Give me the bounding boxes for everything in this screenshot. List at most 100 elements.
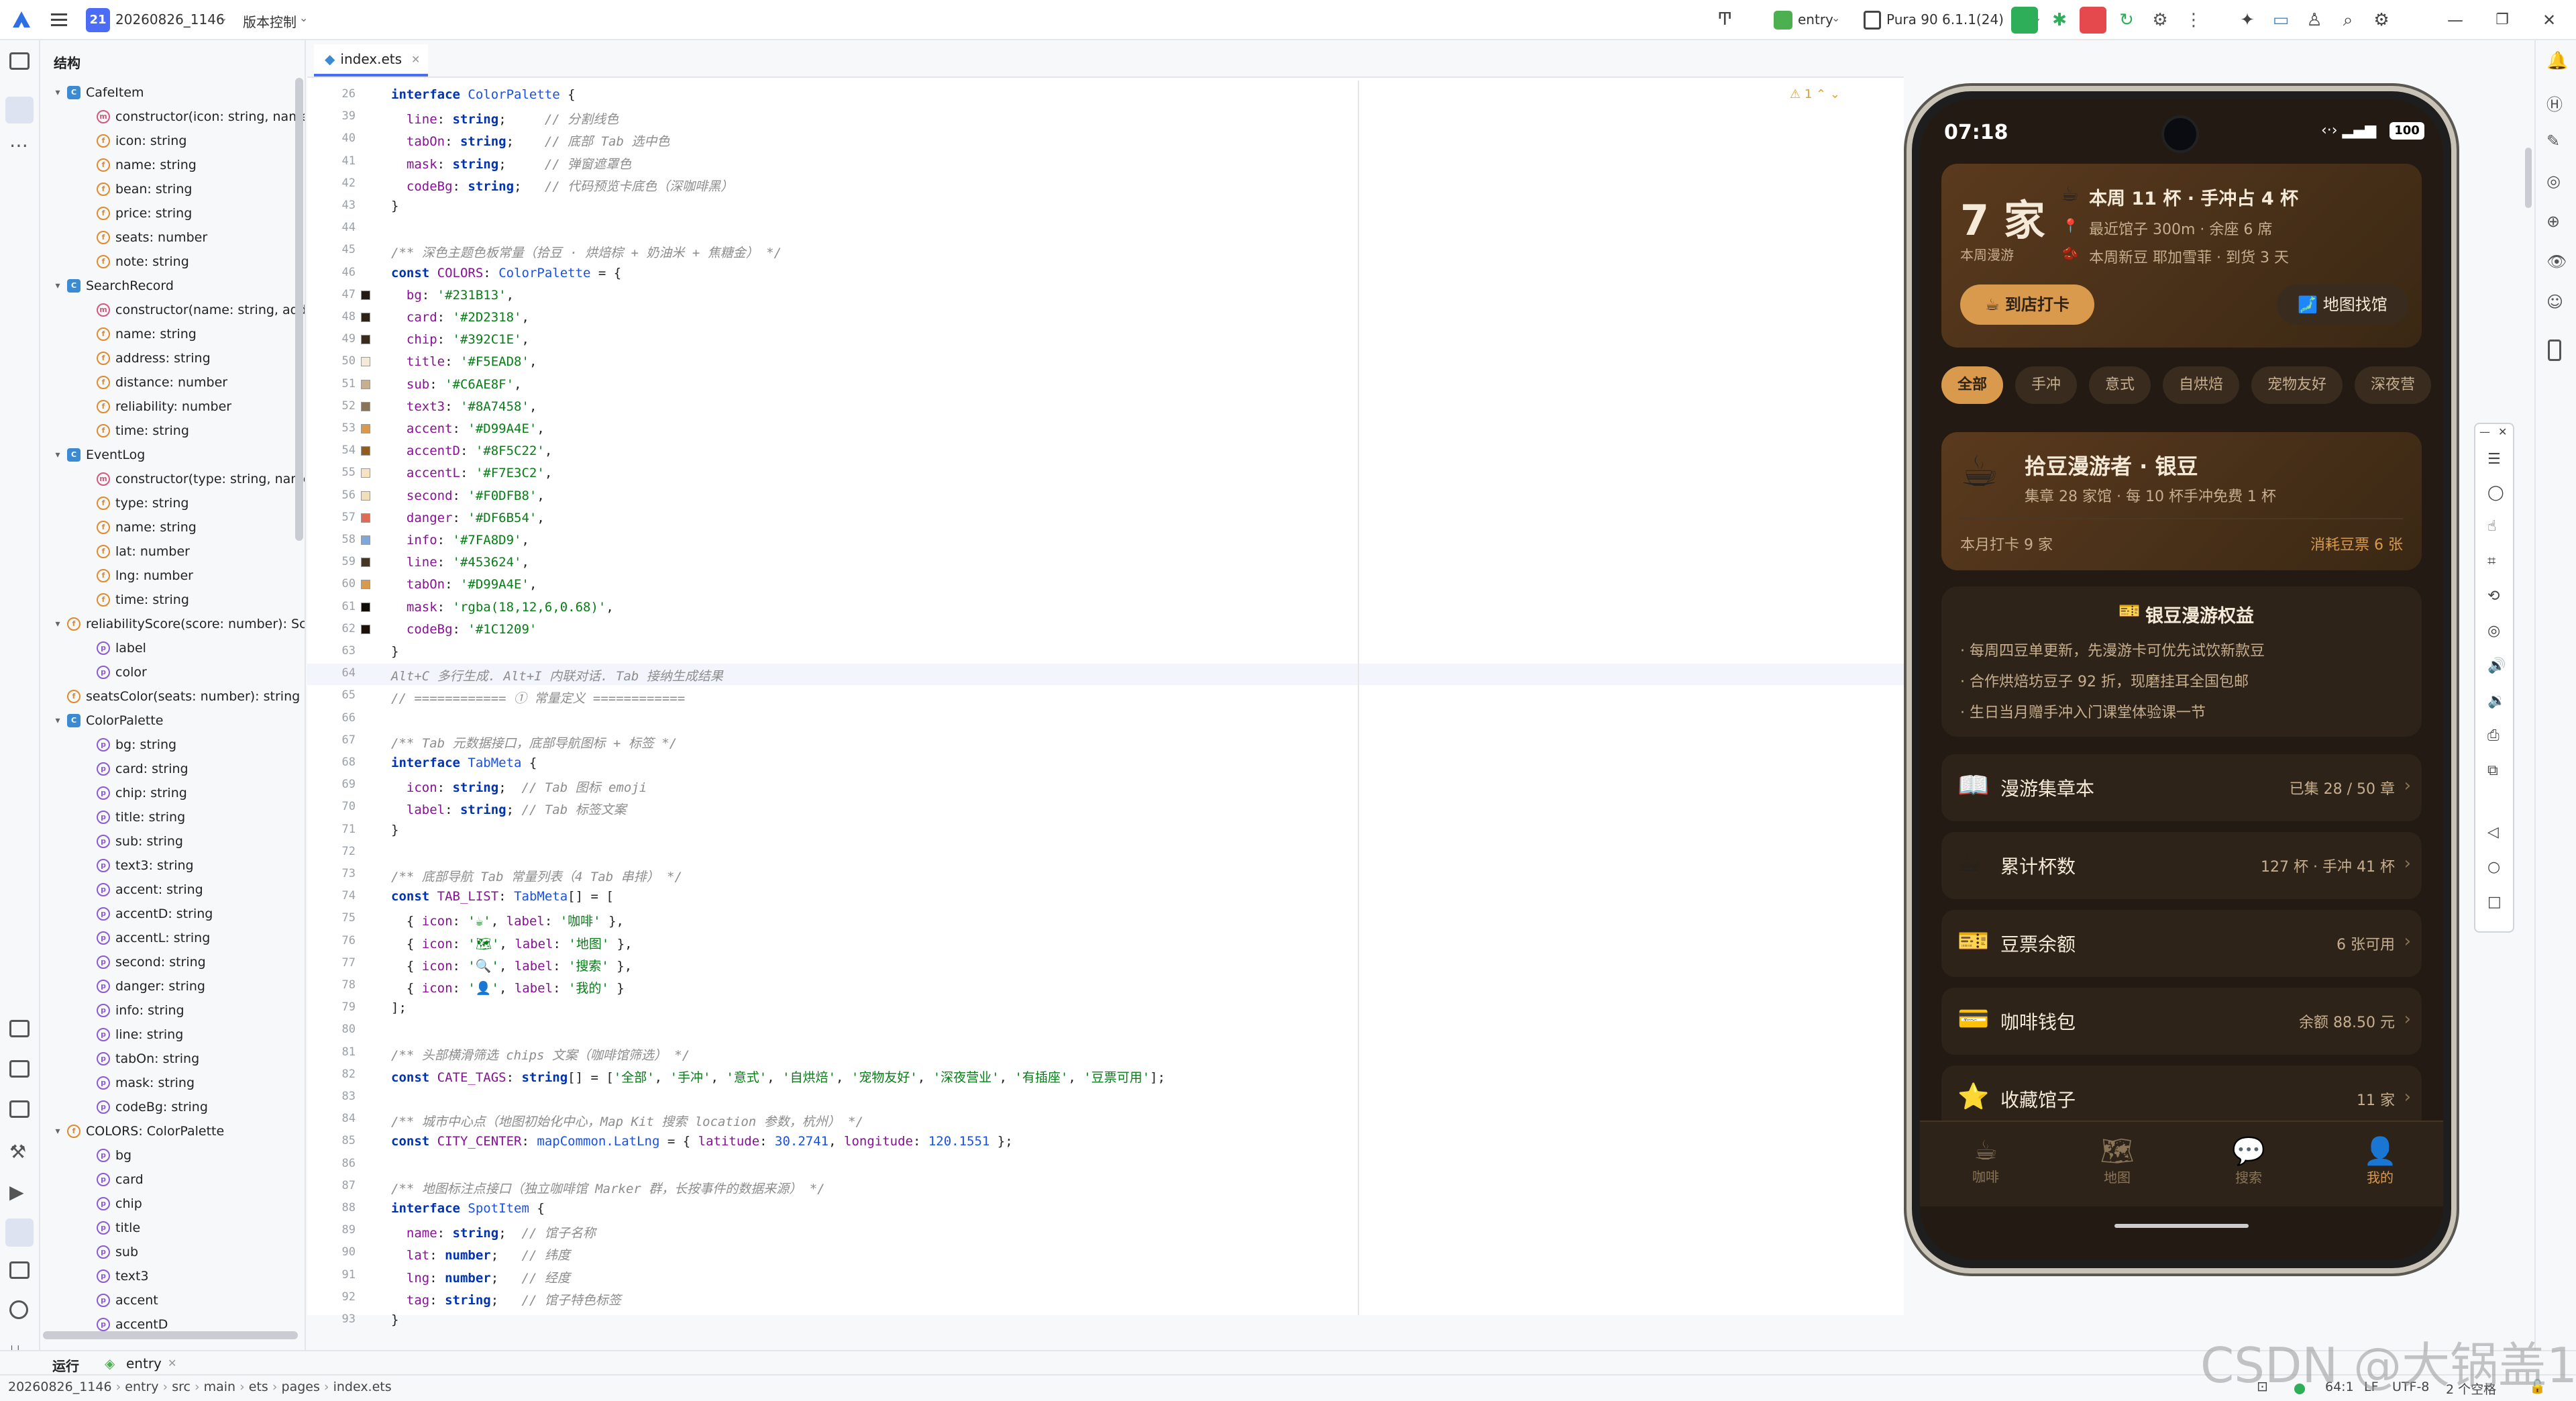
record-icon[interactable]: ⧉ (2487, 762, 2498, 779)
console-icon[interactable] (9, 1261, 30, 1279)
color-swatch[interactable] (361, 580, 370, 590)
code-line[interactable]: mask: string; // 弹窗遮罩色 (391, 154, 631, 172)
filter-chip[interactable]: 宠物友好 (2251, 366, 2343, 404)
tree-item[interactable]: f bean: string (82, 177, 192, 201)
tree-item[interactable]: f reliability: number (82, 395, 231, 419)
device-screen[interactable]: 07:18 ‹·› ▂▄▆ 100 7 家 本周漫游 ☕ 本周 11 杯 · 手… (1920, 99, 2443, 1260)
power-icon[interactable]: ◯ (2487, 484, 2504, 501)
color-swatch[interactable] (361, 624, 370, 634)
tree-item[interactable]: p tabOn: string (82, 1047, 199, 1071)
tree-item[interactable]: p danger: string (82, 974, 205, 998)
tree-item[interactable]: f price: string (82, 201, 192, 225)
code-line[interactable]: bg: '#231B13', (391, 288, 514, 303)
code-line[interactable]: const TAB_LIST: TabMeta[] = [ (391, 889, 614, 904)
search-icon[interactable]: ⌕ (2334, 7, 2361, 34)
minimize-icon[interactable]: — (2479, 425, 2490, 438)
tree-item[interactable]: ▾ C SearchRecord (52, 274, 173, 298)
device-manager-icon[interactable] (2548, 340, 2561, 361)
code-line[interactable]: /** 城市中心点（地图初始化中心，Map Kit 搜索 location 参数… (391, 1112, 863, 1130)
code-line[interactable]: } (391, 823, 398, 837)
code-line[interactable]: info: '#7FA8D9', (391, 533, 529, 548)
tree-item[interactable]: m constructor(name: string, addre (82, 298, 305, 322)
tree-item[interactable]: p color (82, 660, 147, 684)
tree-item[interactable]: f name: string (82, 322, 197, 346)
code-line[interactable]: accentD: '#8F5C22', (391, 444, 552, 458)
tree-item[interactable]: p line: string (82, 1023, 183, 1047)
code-line[interactable]: /** 头部横滑筛选 chips 文案（咖啡馆筛选） */ (391, 1045, 690, 1063)
problems-icon[interactable] (9, 1300, 28, 1319)
code-line[interactable]: sub: '#C6AE8F', (391, 377, 522, 392)
tab-index-ets[interactable]: ◆ index.ets ✕ (314, 44, 428, 76)
code-line[interactable]: interface SpotItem { (391, 1201, 545, 1216)
tree-item[interactable]: p accent: string (82, 878, 203, 902)
tree-item[interactable]: f seats: number (82, 225, 207, 250)
tree-item[interactable]: p card: string (82, 757, 189, 781)
close-icon[interactable]: ✕ (2498, 425, 2507, 438)
back-icon[interactable]: ◁ (2487, 824, 2499, 841)
app-logo-icon[interactable] (11, 9, 32, 31)
chevron-down-icon[interactable]: ⌄ (219, 11, 227, 24)
project-badge[interactable]: 21 (86, 8, 110, 32)
more-icon[interactable]: ⋮ (2180, 7, 2207, 34)
tree-item[interactable]: p bg (82, 1143, 131, 1168)
nav-tab[interactable]: 💬 搜索 (2208, 1135, 2289, 1186)
project-name[interactable]: 20260826_1146 (115, 11, 225, 28)
tree-item[interactable]: p label (82, 636, 146, 660)
chevron-down-icon[interactable]: ▾ (52, 280, 63, 291)
tree-item[interactable]: ▾ f COLORS: ColorPalette (52, 1119, 224, 1143)
tree-item[interactable]: f time: string (82, 419, 189, 443)
terminal-icon[interactable] (9, 1020, 30, 1037)
breadcrumb-item[interactable]: main (204, 1380, 235, 1394)
eye-icon[interactable]: 👁 (2546, 252, 2567, 271)
tree-item[interactable]: p text3 (82, 1264, 149, 1288)
tree-item[interactable]: p accentD: string (82, 902, 213, 926)
code-line[interactable]: /** 底部导航 Tab 常量列表（4 Tab 串排） */ (391, 867, 682, 885)
code-line[interactable]: const COLORS: ColorPalette = { (391, 266, 621, 280)
tree-item[interactable]: f address: string (82, 346, 211, 370)
device-selector[interactable]: Pura 90 6.1.1(24) (1886, 11, 2004, 28)
chevron-down-icon[interactable]: ▾ (52, 1126, 63, 1137)
checkin-button[interactable]: ☕ 到店打卡 (1960, 284, 2094, 325)
color-swatch[interactable] (361, 335, 370, 345)
color-swatch[interactable] (361, 357, 370, 367)
code-line[interactable]: accentL: '#F7E3C2', (391, 466, 552, 480)
color-swatch[interactable] (361, 535, 370, 545)
tree-item[interactable]: f lat: number (82, 539, 190, 564)
tree-item[interactable]: f type: string (82, 491, 189, 515)
warning-indicator[interactable]: ⚠ 1 ⌃ ⌄ (1790, 87, 1840, 101)
vcs-menu[interactable]: 版本控制 (243, 11, 297, 31)
code-line[interactable]: second: '#F0DFB8', (391, 488, 545, 503)
robot-icon[interactable]: ☺ (2546, 293, 2563, 311)
code-line[interactable]: icon: string; // Tab 图标 emoji (391, 778, 647, 796)
tree-item[interactable]: f seatsColor(seats: number): string (52, 684, 300, 709)
chevron-down-icon[interactable]: ▾ (52, 715, 63, 726)
color-swatch[interactable] (361, 513, 370, 523)
member-card[interactable]: ☕ 拾豆漫游者 · 银豆 集章 28 家馆 · 每 10 杯手冲免费 1 杯 本… (1941, 432, 2422, 570)
recents-icon[interactable]: □ (2487, 894, 2502, 911)
breadcrumb-item[interactable]: 20260826_1146 (8, 1380, 112, 1394)
nav-tab[interactable]: ☕ 咖啡 (1945, 1135, 2026, 1186)
filter-chip[interactable]: 深夜营 (2355, 366, 2432, 404)
code-line[interactable]: codeBg: string; // 代码预览卡底色（深咖啡黑） (391, 176, 733, 195)
code-line[interactable]: Alt+C 多行生成. Alt+I 内联对话. Tab 接纳生成结果 (391, 666, 723, 684)
code-line[interactable]: line: '#453624', (391, 555, 529, 570)
code-line[interactable]: danger: '#DF6B54', (391, 511, 545, 525)
tree-item[interactable]: ▾ f reliabilityScore(score: number): Sc (52, 612, 305, 636)
crop-icon[interactable]: ⌗ (2487, 553, 2496, 570)
color-swatch[interactable] (361, 313, 370, 322)
assistant-icon[interactable]: ✦ (2234, 7, 2261, 34)
menu-row[interactable]: ☕ 累计杯数 127 杯 · 手冲 41 杯 › (1941, 832, 2422, 899)
build-icon[interactable]: ⚒ (9, 1141, 26, 1163)
code-line[interactable]: line: string; // 分割线色 (391, 109, 619, 127)
home-icon[interactable]: ○ (2487, 859, 2500, 876)
chevron-down-icon[interactable]: ▾ (52, 619, 63, 629)
menu-row[interactable]: 📖 漫游集章本 已集 28 / 50 章 › (1941, 754, 2422, 821)
codegenie-icon[interactable]: Ͳ (1717, 9, 1740, 32)
code-line[interactable]: tabOn: string; // 底部 Tab 选中色 (391, 132, 669, 150)
layers-icon[interactable] (9, 1100, 30, 1118)
tree-scrollbar[interactable] (295, 78, 303, 541)
filter-chip[interactable]: 手冲 (2015, 366, 2078, 404)
color-swatch[interactable] (361, 379, 370, 389)
services-icon[interactable]: ▶ (9, 1181, 24, 1203)
nav-tab[interactable]: 👤 我的 (2340, 1135, 2420, 1186)
